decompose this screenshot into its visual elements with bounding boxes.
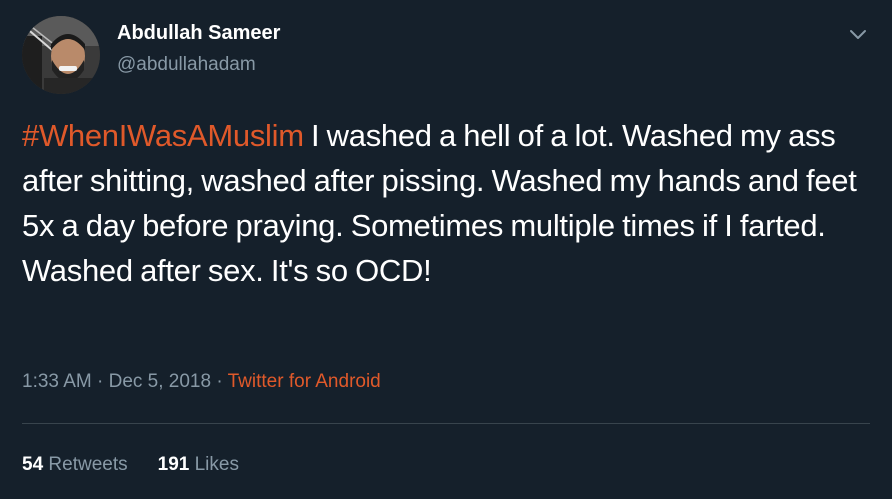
tweet-date[interactable]: Dec 5, 2018 (109, 371, 211, 392)
avatar-image (22, 16, 100, 94)
user-handle[interactable]: @abdullahadam (117, 54, 256, 76)
meta-separator: · (91, 371, 109, 392)
likes-label: Likes (194, 454, 239, 475)
divider (22, 423, 870, 424)
tweet-meta: 1:33 AM · Dec 5, 2018 · Twitter for Andr… (22, 371, 381, 393)
hashtag-link[interactable]: #WhenIWasAMuslim (22, 118, 304, 153)
tweet-time[interactable]: 1:33 AM (22, 371, 92, 392)
avatar[interactable] (22, 16, 100, 94)
tweet-source[interactable]: Twitter for Android (228, 371, 381, 392)
retweets-count: 54 (22, 454, 44, 475)
display-name[interactable]: Abdullah Sameer (117, 22, 280, 45)
meta-separator: · (211, 371, 228, 392)
retweets-label: Retweets (48, 454, 128, 475)
tweet-text: #WhenIWasAMuslim I washed a hell of a lo… (22, 113, 882, 293)
likes-count: 191 (157, 454, 190, 475)
retweets-stat[interactable]: 54 Retweets (22, 454, 128, 475)
likes-stat[interactable]: 191 Likes (158, 454, 239, 475)
chevron-down-icon[interactable] (846, 22, 870, 46)
tweet-card: Abdullah Sameer @abdullahadam #WhenIWasA… (0, 0, 892, 499)
tweet-stats: 54 Retweets 191 Likes (22, 454, 239, 476)
